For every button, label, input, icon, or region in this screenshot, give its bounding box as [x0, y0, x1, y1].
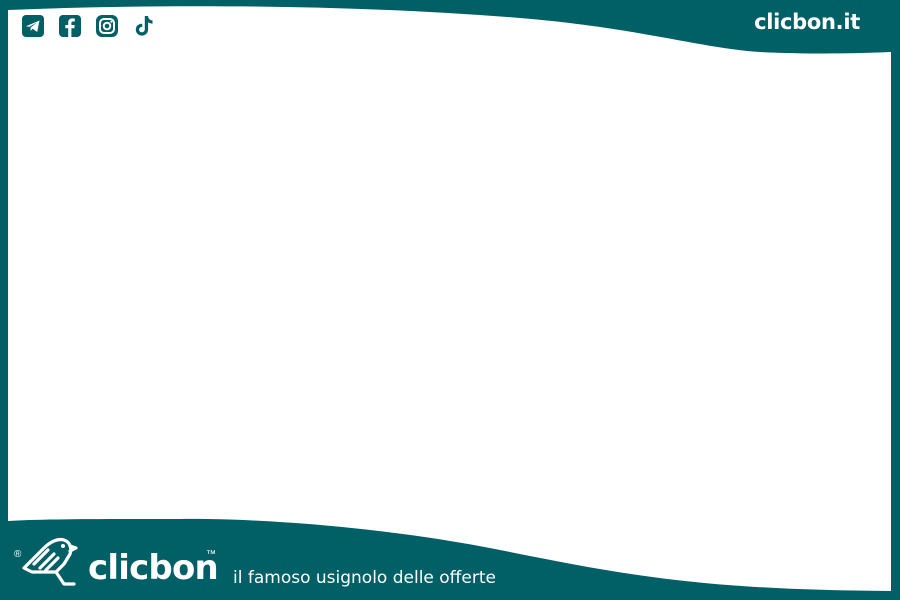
tagline: il famoso usignolo delle offerte — [233, 568, 496, 588]
tiktok-icon[interactable] — [132, 14, 156, 38]
telegram-icon[interactable] — [21, 14, 45, 38]
instagram-icon[interactable] — [95, 14, 119, 38]
content-area — [8, 6, 891, 592]
brand-name: clicbon — [88, 548, 219, 588]
footer-logo: ® clicbon ™ — [14, 530, 224, 590]
frame-background — [0, 0, 900, 600]
trademark-mark: ™ — [206, 549, 216, 560]
facebook-icon[interactable] — [58, 14, 82, 38]
site-url[interactable]: clicbon.it — [754, 8, 860, 36]
nightingale-bird-icon — [20, 534, 78, 588]
